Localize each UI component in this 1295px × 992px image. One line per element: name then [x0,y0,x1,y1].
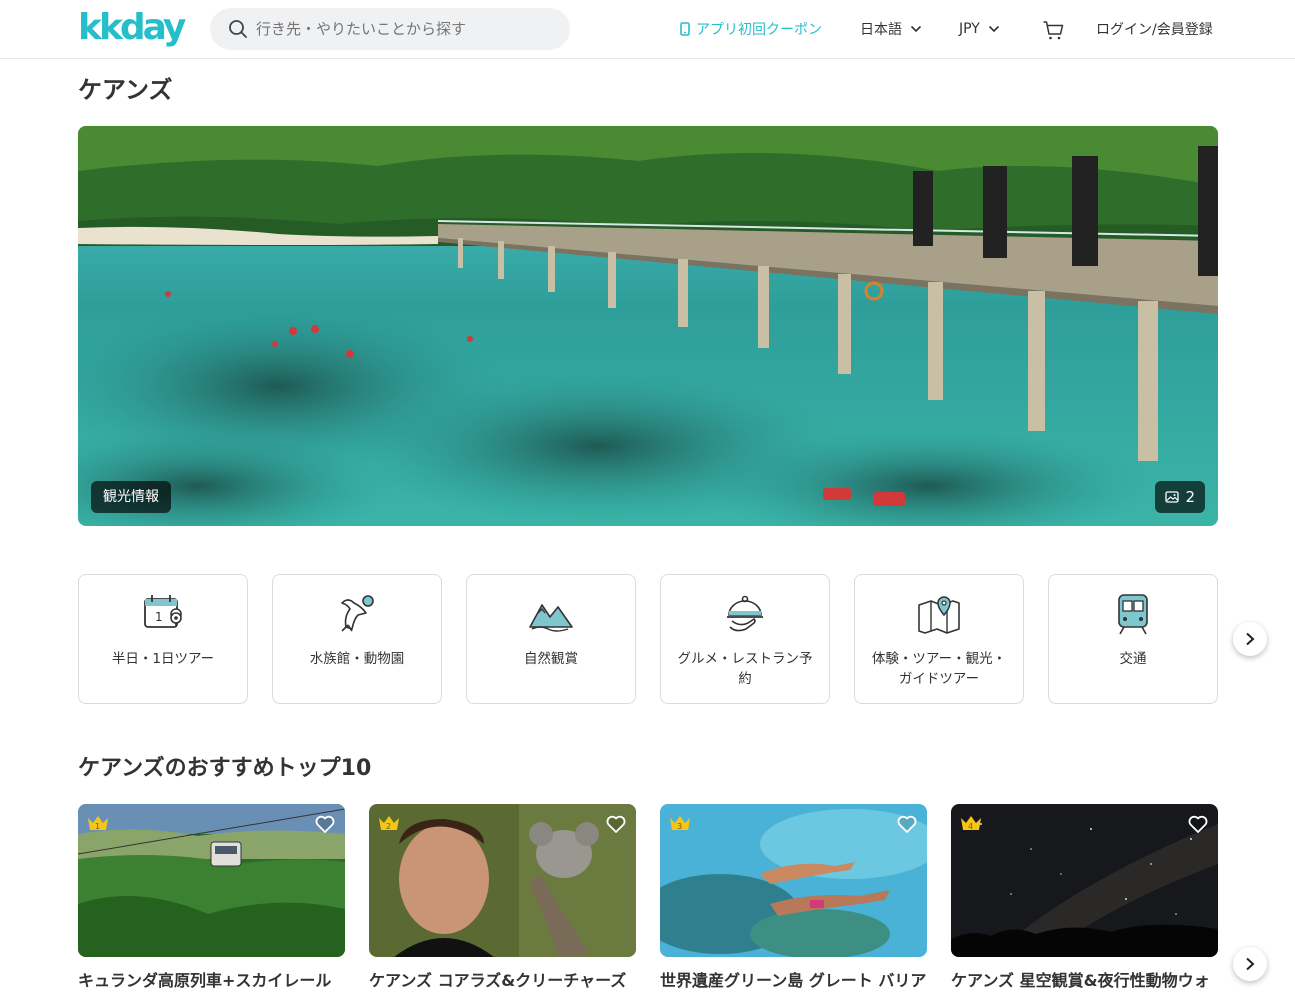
currency-selector[interactable]: JPY [959,18,1000,40]
product-image[interactable]: 3 [660,804,927,957]
product-image[interactable]: 2 [369,804,636,957]
hero-photo-jetty [78,126,1218,526]
product-photo-koala [369,804,636,957]
heart-icon[interactable] [314,813,336,835]
category-aquarium-zoo[interactable]: 水族館・動物園 [272,574,442,704]
site-header: kkday アプリ初回クーポン 日本語 JPY ログイ [0,0,1295,59]
rank-crown-icon: 2 [379,816,399,831]
category-day-tour[interactable]: 1 半日・1日ツアー [78,574,248,704]
chevron-right-icon [1246,957,1255,971]
login-link[interactable]: ログイン/会員登録 [1096,18,1213,40]
train-icon [1118,594,1148,635]
category-experience-tour[interactable]: 体験・ツアー・観光・ガイドツアー [854,574,1024,704]
top10-product-list: 1 キュランダ高原列車+スカイレール 2 ケアンズ コアラズ&クリーチャーズ 3… [78,804,1218,991]
food-cloche-icon [727,595,763,632]
product-card[interactable]: 2 ケアンズ コアラズ&クリーチャーズ [369,804,636,991]
rank-crown-icon: 1 [88,816,108,831]
heart-icon[interactable] [896,813,918,835]
cart-button[interactable] [1042,19,1064,41]
app-coupon-label: アプリ初回クーポン [696,22,822,38]
heart-icon[interactable] [605,813,627,835]
heart-icon[interactable] [1187,813,1209,835]
chevron-right-icon [1246,632,1255,646]
currency-label: JPY [959,21,980,37]
category-label: 自然観賞 [524,651,578,667]
hero-image-count-value: 2 [1185,488,1195,506]
category-gourmet[interactable]: グルメ・レストラン予約 [660,574,830,704]
products-next-button[interactable] [1233,947,1267,981]
product-image[interactable]: 4 [951,804,1218,957]
product-title[interactable]: キュランダ高原列車+スカイレール [78,967,345,991]
product-card[interactable]: 3 世界遺産グリーン島 グレート バリア [660,804,927,991]
category-label: 交通 [1119,651,1147,667]
phone-icon [680,22,690,36]
image-gallery-icon [1165,491,1180,503]
hero-image-count[interactable]: 2 [1155,481,1205,513]
hero-image[interactable]: 観光情報 2 [78,126,1218,526]
rank-number: 4 [968,822,973,831]
rank-crown-icon: 4 [961,816,981,831]
product-photo-night-sky [951,804,1218,957]
category-label: 半日・1日ツアー [111,651,215,667]
rank-crown-icon: 3 [670,816,690,831]
product-title[interactable]: 世界遺産グリーン島 グレート バリア [660,967,927,991]
rank-number: 2 [386,822,391,831]
page-title: ケアンズ [78,76,173,104]
language-label: 日本語 [860,22,902,38]
category-transport[interactable]: 交通 [1048,574,1218,704]
category-nature[interactable]: 自然観賞 [466,574,636,704]
top10-section-title: ケアンズのおすすめトップ10 [78,756,372,781]
search-input[interactable] [256,20,556,38]
cart-icon [1043,21,1064,40]
category-list: 1 半日・1日ツアー 水族館・動物園 自然観賞 グルメ・レストラン予約 体験・ツ… [78,574,1218,704]
calendar-pin-icon: 1 [144,595,182,628]
product-card[interactable]: 4 ケアンズ 星空観賞&夜行性動物ウォ [951,804,1218,991]
search-icon [229,20,247,38]
rank-number: 1 [95,822,100,831]
seal-ball-icon [341,595,374,632]
search-bar[interactable] [210,8,570,50]
category-label: 水族館・動物園 [309,651,405,667]
product-photo-snorkel [660,804,927,957]
product-photo-skyrail [78,804,345,957]
language-selector[interactable]: 日本語 [860,18,922,40]
app-coupon-link[interactable]: アプリ初回クーポン [680,18,822,40]
chevron-down-icon [988,25,999,33]
product-image[interactable]: 1 [78,804,345,957]
chevron-down-icon [910,25,922,33]
mountain-icon [529,604,573,632]
product-card[interactable]: 1 キュランダ高原列車+スカイレール [78,804,345,991]
category-label: 体験・ツアー・観光・ガイドツアー [871,651,1007,687]
svg-text:1: 1 [155,610,163,624]
category-label: グルメ・レストラン予約 [677,651,813,687]
categories-next-button[interactable] [1233,622,1267,656]
kkday-logo[interactable]: kkday [78,6,186,50]
map-pin-icon [918,596,960,634]
rank-number: 3 [677,822,682,831]
product-title[interactable]: ケアンズ 星空観賞&夜行性動物ウォ [951,967,1218,991]
product-title[interactable]: ケアンズ コアラズ&クリーチャーズ [369,967,636,991]
hero-info-badge: 観光情報 [91,481,171,513]
login-label: ログイン/会員登録 [1096,22,1213,38]
